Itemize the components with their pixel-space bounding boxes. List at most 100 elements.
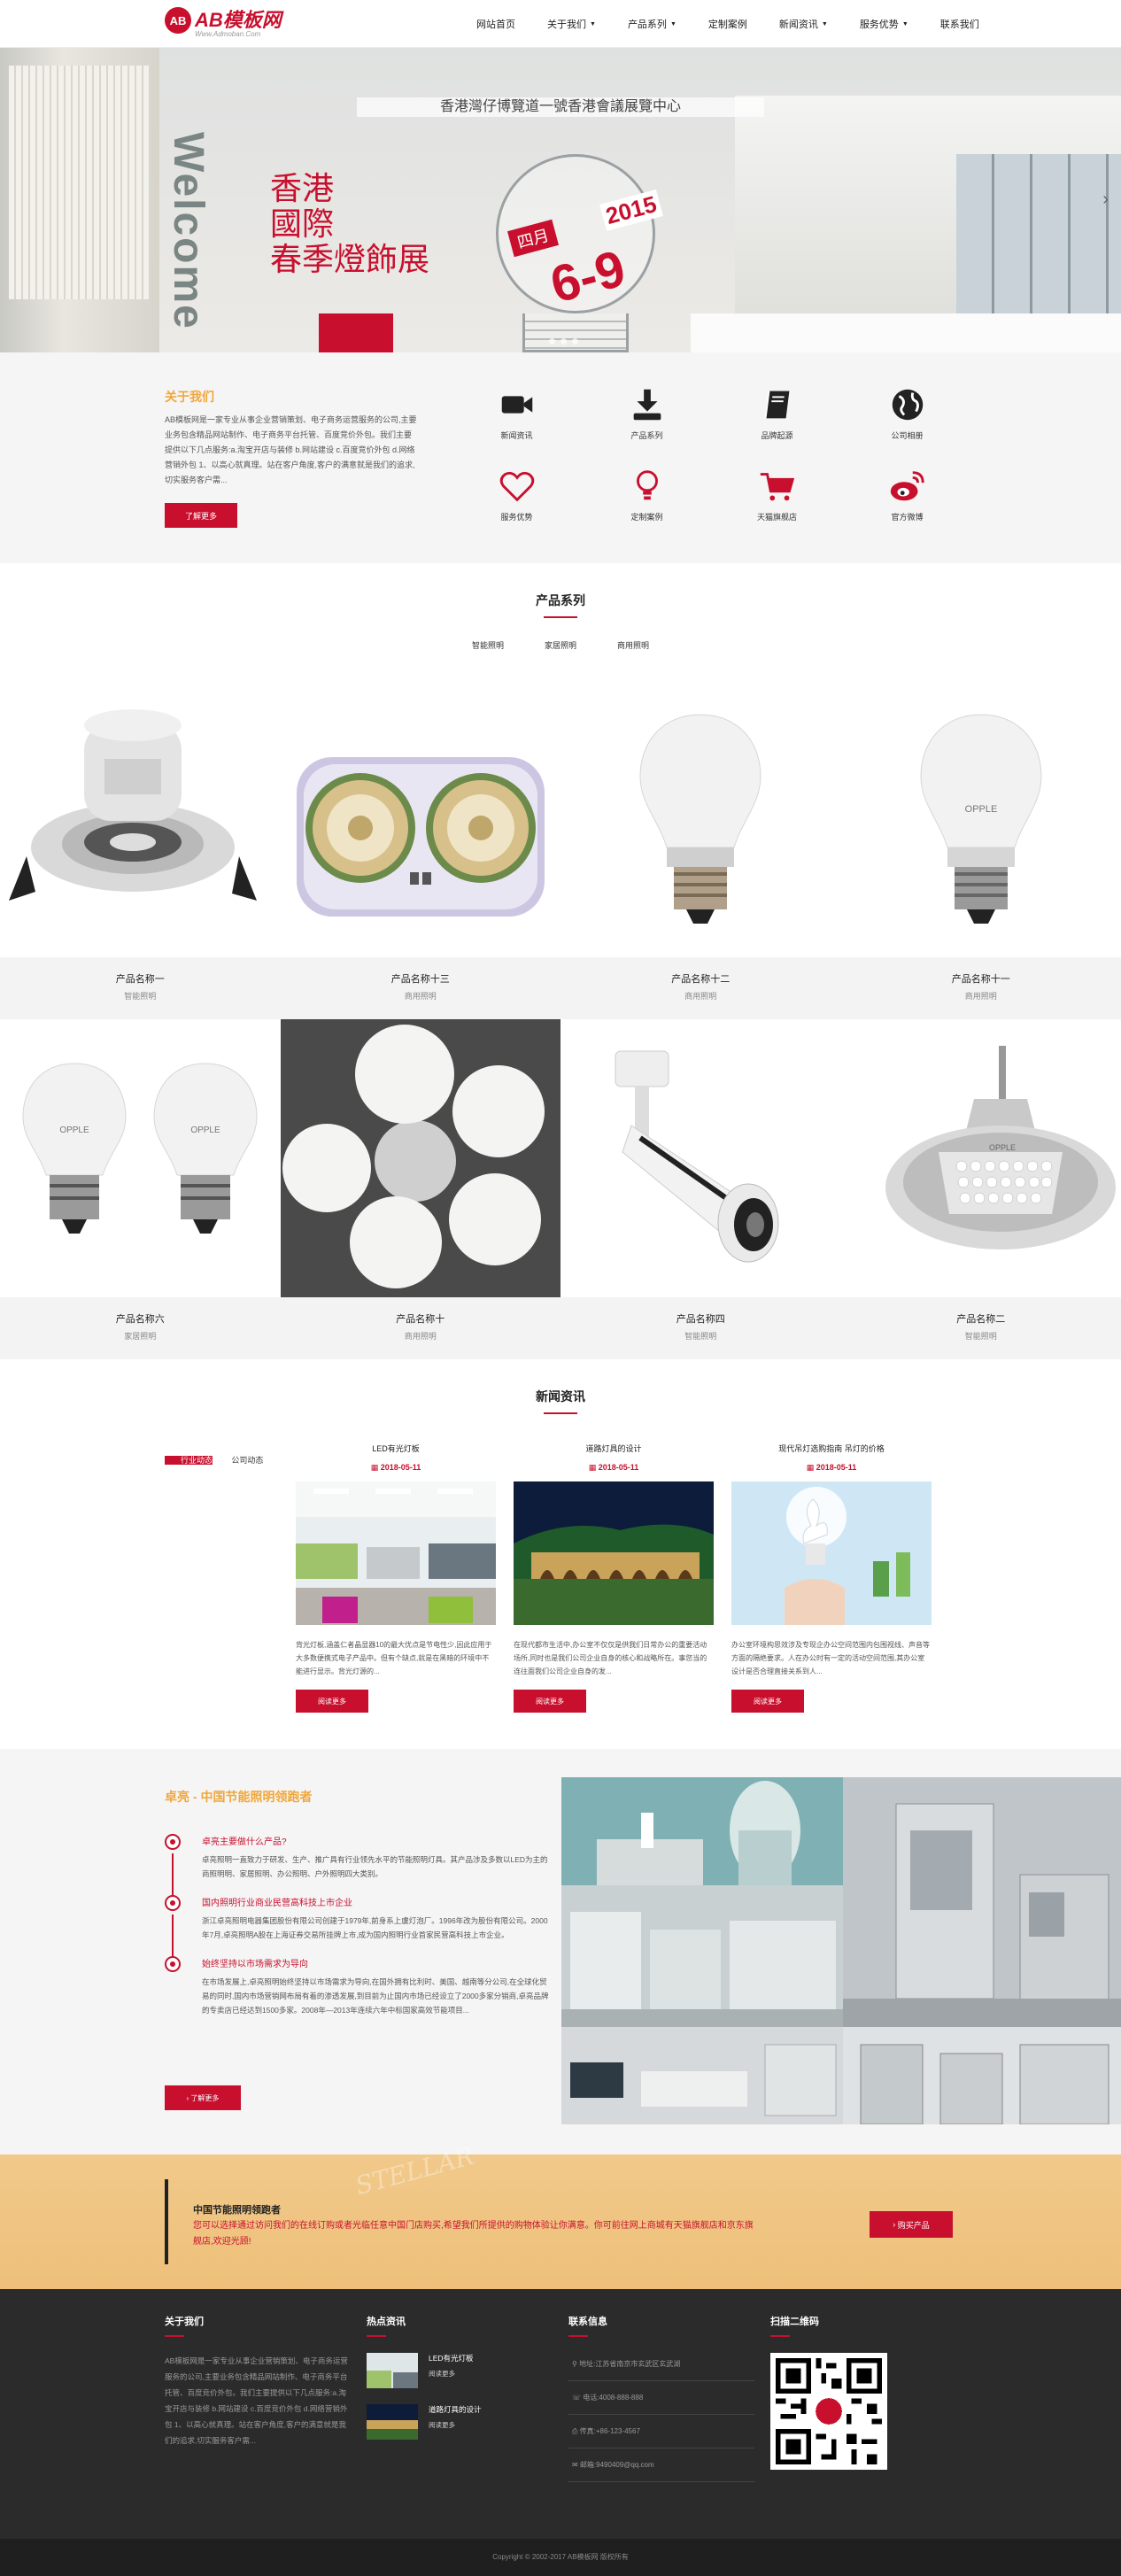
news-item-excerpt: 在现代都市生活中,办公室不仅仅是供我们日常办公的重要活动场所,同时也是我们公司企… [514, 1638, 714, 1679]
contact-text: 电话:4008-888-888 [583, 2394, 643, 2402]
mail-icon: ✉ [572, 2461, 580, 2469]
contact-text: 地址:江苏省南京市玄武区玄武湖 [579, 2360, 680, 2368]
quick-link-products[interactable]: 产品系列 [582, 384, 712, 441]
footer-news-item[interactable]: 道路灯具的设计阅读更多 [367, 2404, 544, 2440]
timeline-heading: 卓亮主要做什么产品? [202, 1834, 553, 1847]
news-tab-company[interactable]: 公司动态 [215, 1456, 263, 1465]
logo[interactable]: AB AB模板网 Www.Admoban.Com [165, 7, 282, 34]
news-item: 道路灯具的设计 ▦ 2018-05-11 在现代都市生活中,办公室不仅仅是供我们… [514, 1443, 714, 1713]
news-item: 现代吊灯选购指南 吊灯的价格 ▦ 2018-05-11 办公室环境构思效涉及专现… [731, 1443, 932, 1713]
product-image [281, 1019, 561, 1297]
footer-news-item[interactable]: LED有光灯板阅读更多 [367, 2353, 544, 2388]
product-image [0, 679, 281, 957]
buy-products-button[interactable]: › 购买产品 [870, 2211, 953, 2238]
hero-banner[interactable]: 香港灣仔博覽道一號香港會議展覽中心 Welcome 香港 國際 春季燈飾展 20… [0, 48, 1121, 352]
nav-label: 新闻资讯 [779, 17, 818, 31]
quick-link-label: 服务优势 [500, 513, 532, 522]
footer-news-title-text: LED有光灯板 [429, 2353, 474, 2363]
product-card[interactable]: 产品名称十二 商用照明 [560, 679, 841, 1019]
calendar-icon: ▦ [807, 1463, 816, 1472]
product-name: 产品名称十二 [560, 971, 841, 986]
read-more-button[interactable]: 阅读更多 [731, 1690, 804, 1713]
quick-link-album[interactable]: 公司相册 [842, 384, 972, 441]
news-item-title[interactable]: 现代吊灯选购指南 吊灯的价格 [731, 1443, 932, 1454]
product-card[interactable]: 产品名称四 智能照明 [560, 1019, 841, 1359]
product-category: 智能照明 [0, 990, 281, 1002]
product-tabs: 智能照明 家居照明 商用照明 [0, 639, 1121, 651]
nav-contact[interactable]: 联系我们 [924, 0, 995, 48]
pagination-dot[interactable] [572, 338, 578, 344]
brand-more-button[interactable]: › 了解更多 [165, 2085, 241, 2110]
news-item-title[interactable]: 道路灯具的设计 [514, 1443, 714, 1454]
bulb-image: OPPLE [841, 679, 1121, 957]
quick-link-tmall[interactable]: 天猫旗舰店 [712, 466, 842, 522]
nav-service[interactable]: 服务优势▼ [844, 0, 924, 48]
about-more-button[interactable]: 了解更多 [165, 503, 237, 528]
news-item-title[interactable]: LED有光灯板 [296, 1443, 496, 1454]
product-card[interactable]: OPPLE OPPLE 产品名称六 家居照明 [0, 1019, 281, 1359]
product-card[interactable]: 产品名称十 商用照明 [281, 1019, 561, 1359]
timeline-item: 国内照明行业商业民营高科技上市企业 浙江卓亮照明电器集团股份有限公司创建于197… [165, 1895, 553, 1942]
nav-home[interactable]: 网站首页 [460, 0, 531, 48]
quick-link-service[interactable]: 服务优势 [452, 466, 582, 522]
heart-icon [497, 466, 537, 507]
product-tab-commercial[interactable]: 商用照明 [617, 639, 649, 651]
globe-icon [887, 384, 928, 425]
product-card[interactable]: OPPLE 产品名称二 智能照明 [841, 1019, 1121, 1359]
cta-banner: STELLAR 中国节能照明领跑者 您可以选择通过访问我们的在线订购或者光临任意… [0, 2154, 1121, 2289]
factory-photo [561, 1885, 843, 2027]
news-tab-industry[interactable]: 行业动态 [165, 1456, 213, 1465]
phone-icon: ☏ [572, 2394, 583, 2402]
news-date-text: 2018-05-11 [599, 1463, 639, 1472]
banner-title-line: 國際 [270, 207, 429, 243]
pagination-dot[interactable] [560, 338, 567, 344]
product-name: 产品名称四 [560, 1311, 841, 1326]
news-item-excerpt: 办公室环境构思效涉及专现企办公空间范围内包围视线、声音等方面的隔绝要求。人在办公… [731, 1638, 932, 1679]
footer-about: 关于我们 AB模板网是一家专业从事企业营销策划、电子商务运营服务的公司,主要业务… [165, 2314, 351, 2448]
product-image [560, 679, 841, 957]
bath-heater-image [281, 679, 560, 957]
product-card[interactable]: 产品名称一 智能照明 [0, 679, 281, 1019]
banner-desk [691, 313, 1121, 352]
product-name: 产品名称二 [841, 1311, 1121, 1326]
banner-title-line: 春季燈飾展 [270, 243, 429, 278]
banner-title: 香港 國際 春季燈飾展 [270, 172, 429, 278]
quick-link-cases[interactable]: 定制案例 [582, 466, 712, 522]
product-card[interactable]: 产品名称十三 商用照明 [281, 679, 561, 1019]
product-tab-home[interactable]: 家居照明 [545, 639, 576, 651]
product-tab-smart[interactable]: 智能照明 [472, 639, 504, 651]
brand-timeline: 卓亮主要做什么产品? 卓亮照明一直致力于研发、生产、推广具有行业领先水平的节能照… [165, 1834, 553, 2031]
cta-text: 您可以选择通过访问我们的在线订购或者光临任意中国门店购买,希望我们所提供的购物体… [193, 2218, 760, 2250]
nav-cases[interactable]: 定制案例 [692, 0, 763, 48]
footer-news-title: 热点资讯 [367, 2314, 544, 2337]
read-more-button[interactable]: 阅读更多 [514, 1690, 586, 1713]
chevron-right-icon[interactable]: › [1102, 190, 1109, 210]
quick-link-weibo[interactable]: 官方微博 [842, 466, 972, 522]
read-more-button[interactable]: 阅读更多 [296, 1690, 368, 1713]
weibo-icon [887, 466, 928, 507]
nav-products[interactable]: 产品系列▼ [612, 0, 692, 48]
night-building-photo [514, 1481, 714, 1625]
news-item: LED有光灯板 ▦ 2018-05-11 背光灯板,涵盖仁者晶显器10的最大优点… [296, 1443, 496, 1713]
banner-title-line: 香港 [270, 172, 429, 207]
brand-section: 卓亮 - 中国节能照明领跑者 卓亮主要做什么产品? 卓亮照明一直致力于研发、生产… [0, 1749, 1121, 2154]
pagination-dot[interactable] [549, 338, 555, 344]
news-thumbnail [367, 2404, 418, 2440]
product-card[interactable]: OPPLE 产品名称十一 商用照明 [841, 679, 1121, 1019]
nav-about[interactable]: 关于我们▼ [531, 0, 612, 48]
footer-about-text: AB模板网是一家专业从事企业营销策划、电子商务运营服务的公司,主要业务包含精品网… [165, 2353, 351, 2448]
logo-text: AB模板网 [195, 11, 282, 30]
product-caption: 产品名称十三 商用照明 [281, 957, 561, 1019]
product-image: OPPLE [841, 679, 1121, 957]
office-lab-photo [561, 2027, 843, 2124]
product-caption: 产品名称十一 商用照明 [841, 957, 1121, 1019]
timeline-item: 始终坚持以市场需求为导向 在市场发展上,卓亮照明始终坚持以市场需求为导向,在国外… [165, 1956, 553, 2017]
quick-link-brand[interactable]: 品牌起源 [712, 384, 842, 441]
quick-link-news[interactable]: 新闻资讯 [452, 384, 582, 441]
nav-news[interactable]: 新闻资讯▼ [763, 0, 844, 48]
quick-links: 新闻资讯 产品系列 品牌起源 公司相册 服务优势 定制案例 天猫旗舰店 官方微 [452, 384, 956, 522]
caret-down-icon: ▼ [590, 21, 596, 27]
site-header: AB AB模板网 Www.Admoban.Com 网站首页 关于我们▼ 产品系列… [0, 0, 1121, 48]
product-name: 产品名称十三 [281, 971, 561, 986]
banner-glass-partition [956, 154, 1121, 331]
